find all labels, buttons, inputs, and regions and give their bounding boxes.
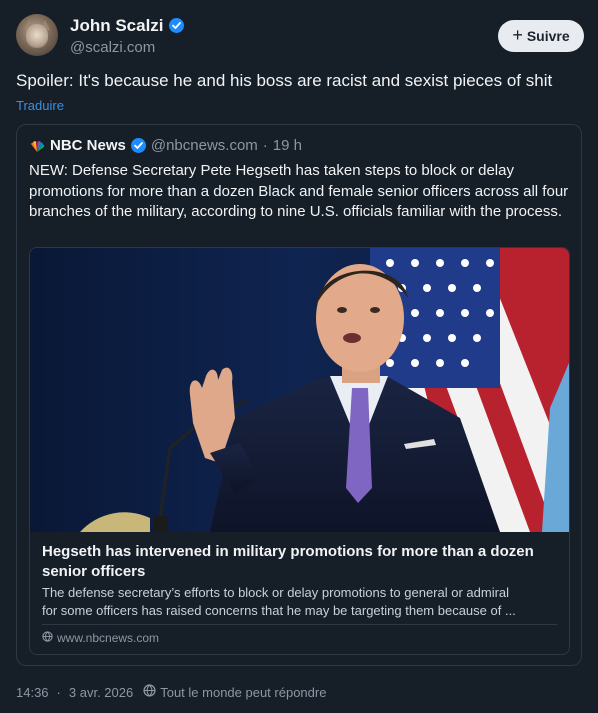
follow-label: Suivre [526,28,570,44]
post-footer: 14:36 · 3 avr. 2026 Tout le monde peut r… [16,684,326,700]
post-header: John Scalzi @scalzi.com + Suivre [16,14,584,58]
globe-icon [42,631,53,645]
author-name[interactable]: John Scalzi [70,16,164,35]
divider [42,624,557,625]
link-card-image[interactable] [30,248,569,532]
quoted-post-text: NEW: Defense Secretary Pete Hegseth has … [29,162,569,220]
nbc-peacock-icon [29,140,45,152]
link-card-description-line: The defense secretary’s efforts to block… [42,585,510,600]
reply-setting-label: Tout le monde peut répondre [160,684,327,700]
post-time: 14:36 [16,684,49,700]
post-date: 3 avr. 2026 [68,684,134,700]
author-handle[interactable]: @scalzi.com [70,39,155,56]
meta-separator: · [262,137,268,154]
link-card-domain[interactable]: www.nbcnews.com [42,631,159,645]
quoted-post-header: NBC News @nbcnews.com · 19 h [29,137,302,154]
plus-icon: + [512,25,523,45]
link-card-title[interactable]: Hegseth has intervened in military promo… [42,542,562,582]
link-card-description: The defense secretary’s efforts to block… [42,584,558,620]
link-card[interactable]: Hegseth has intervened in military promo… [29,247,570,655]
quoted-author-handle[interactable]: @nbcnews.com [151,137,258,154]
verified-badge-icon [130,138,146,153]
reply-setting: Tout le monde peut répondre [143,684,326,700]
author-name-row[interactable]: John Scalzi [70,16,184,36]
avatar-face [26,24,48,48]
link-card-description-line: for some officers has raised concerns th… [42,603,516,618]
quoted-post[interactable]: NBC News @nbcnews.com · 19 h NEW: Defens… [16,124,582,666]
avatar[interactable] [16,14,58,56]
post-text: Spoiler: It's because he and his boss ar… [16,71,553,90]
meta-separator: · [56,684,61,700]
globe-icon [143,684,156,700]
translate-link[interactable]: Traduire [16,98,64,113]
link-card-domain-text: www.nbcnews.com [57,631,160,645]
quoted-post-age[interactable]: 19 h [273,137,302,154]
verified-badge-icon [168,18,184,33]
follow-button[interactable]: + Suivre [498,20,584,52]
quoted-author-name[interactable]: NBC News [50,137,126,154]
